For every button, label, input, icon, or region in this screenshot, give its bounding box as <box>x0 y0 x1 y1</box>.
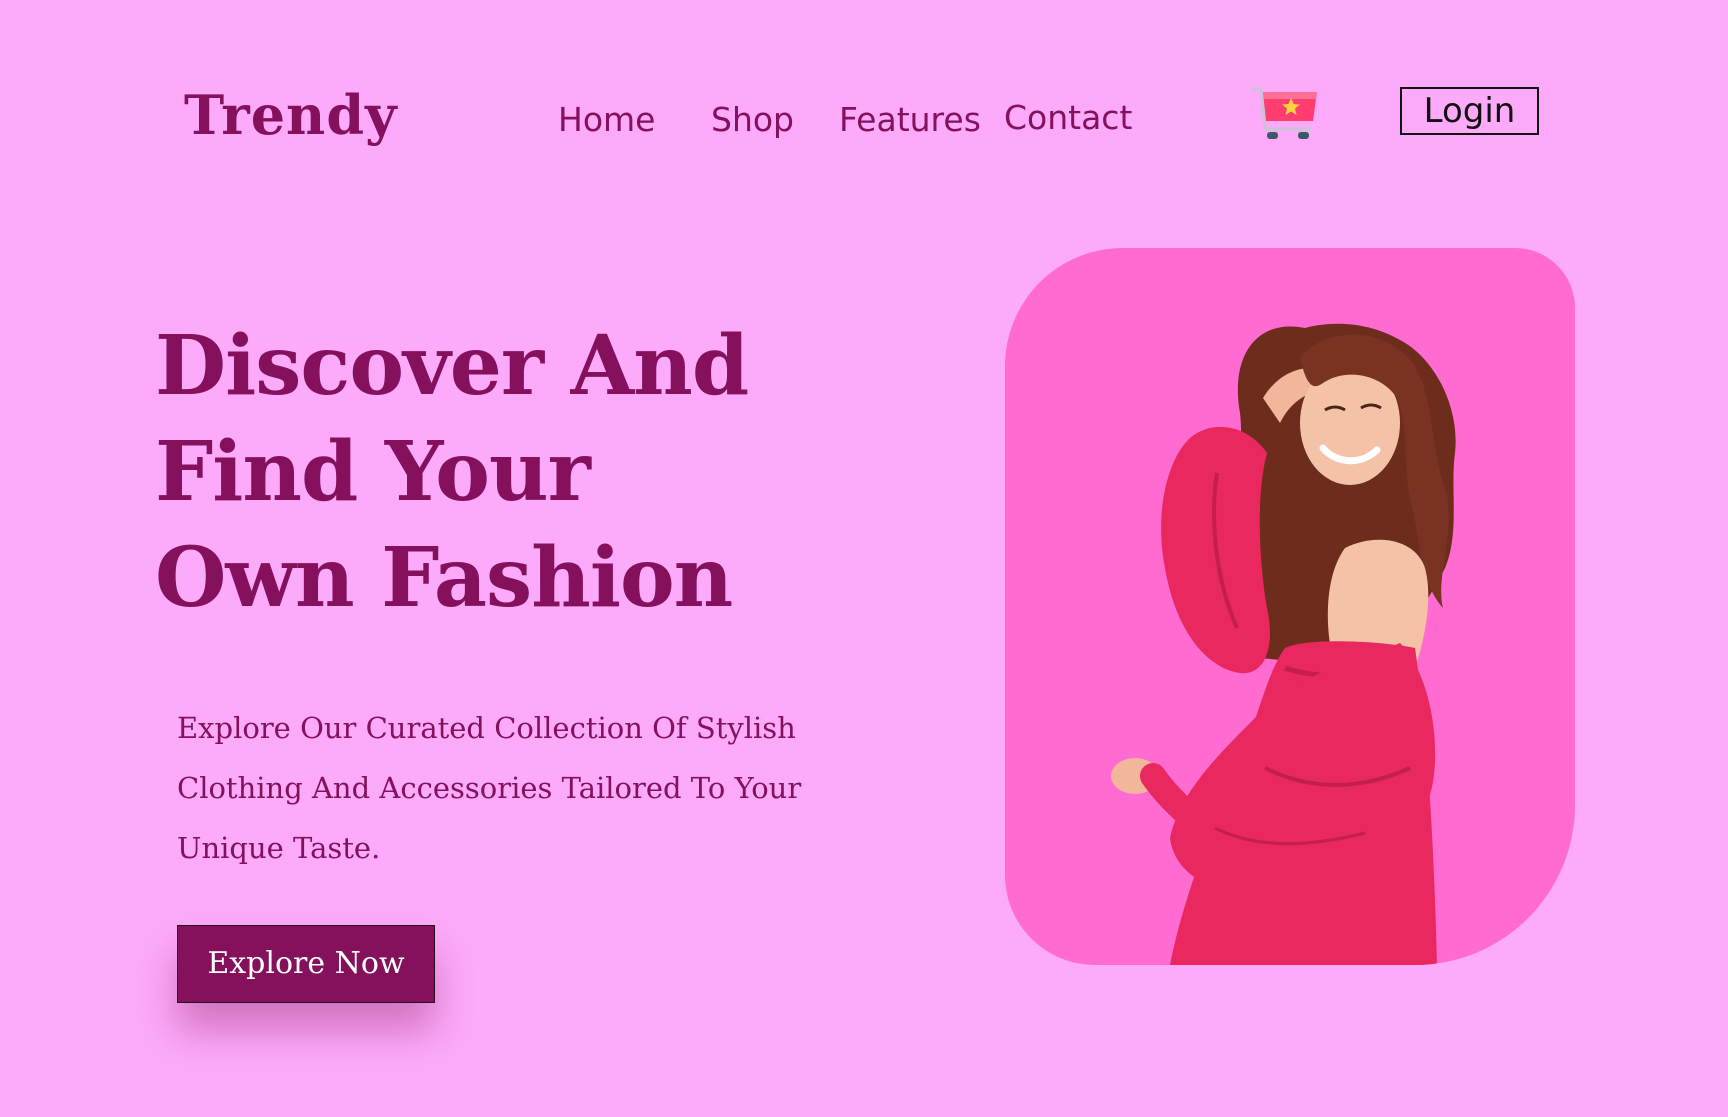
explore-now-button[interactable]: Explore Now <box>177 925 435 1003</box>
nav-link-contact[interactable]: Contact <box>1004 101 1132 134</box>
nav-link-shop[interactable]: Shop <box>711 103 794 136</box>
hero-title-line: Discover And <box>155 318 749 414</box>
model-illustration <box>1111 323 1456 965</box>
shopping-cart-icon[interactable] <box>1251 85 1321 142</box>
hero-description: Explore Our Curated Collection Of Stylis… <box>177 711 802 865</box>
hero-title-line: Find Your <box>155 424 591 520</box>
brand-logo[interactable]: Trendy <box>184 88 397 142</box>
nav-link-features[interactable]: Features <box>839 103 981 136</box>
hero-title-line: Own Fashion <box>155 530 733 626</box>
hero-title: Discover And Find Your Own Fashion <box>155 313 749 631</box>
hero-image <box>1005 248 1575 965</box>
login-button[interactable]: Login <box>1400 87 1539 135</box>
nav-link-home[interactable]: Home <box>558 103 655 136</box>
